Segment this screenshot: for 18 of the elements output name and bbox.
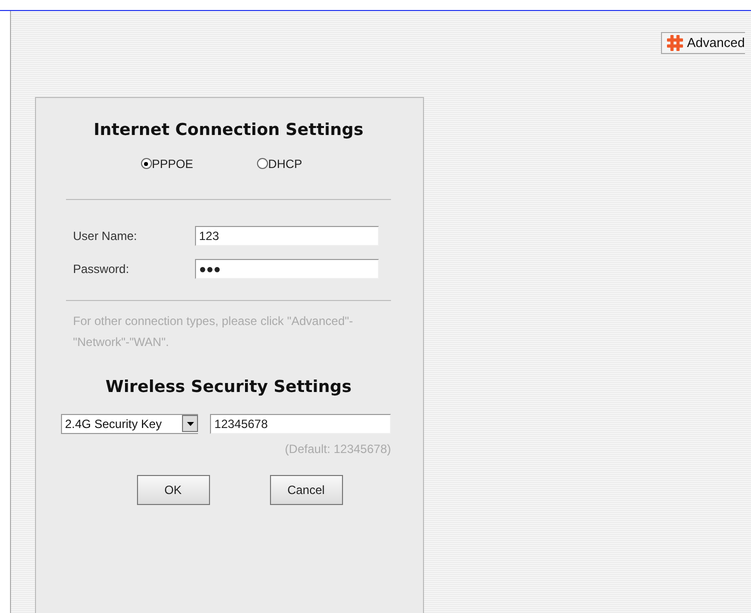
radio-button[interactable] — [257, 158, 268, 170]
field-label: User Name: — [73, 228, 138, 245]
ok-button[interactable]: OK — [136, 474, 210, 504]
radio-button[interactable] — [140, 158, 152, 170]
hint-text: (Default: 12345678) — [284, 440, 391, 458]
cancel-button[interactable]: Cancel — [270, 474, 342, 504]
advanced-button[interactable]: Advanced — [661, 32, 745, 54]
text-field[interactable]: ●●● — [195, 258, 379, 279]
section-title: Internet Connection Settings — [92, 119, 364, 141]
section-title: Wireless Security Settings — [104, 376, 353, 398]
radio-option[interactable]: PPPOE — [140, 154, 194, 173]
key-field[interactable]: 12345678 — [210, 414, 391, 434]
text-field[interactable]: 123 — [195, 226, 379, 246]
info-text: For other connection types, please click "Advanced"-"Network"-"WAN". — [73, 312, 354, 351]
radio-option[interactable]: DHCP — [257, 154, 302, 173]
grid-icon — [667, 35, 683, 51]
security-select[interactable]: 2.4G Security Key — [61, 414, 198, 434]
field-label: Password: — [73, 260, 130, 278]
